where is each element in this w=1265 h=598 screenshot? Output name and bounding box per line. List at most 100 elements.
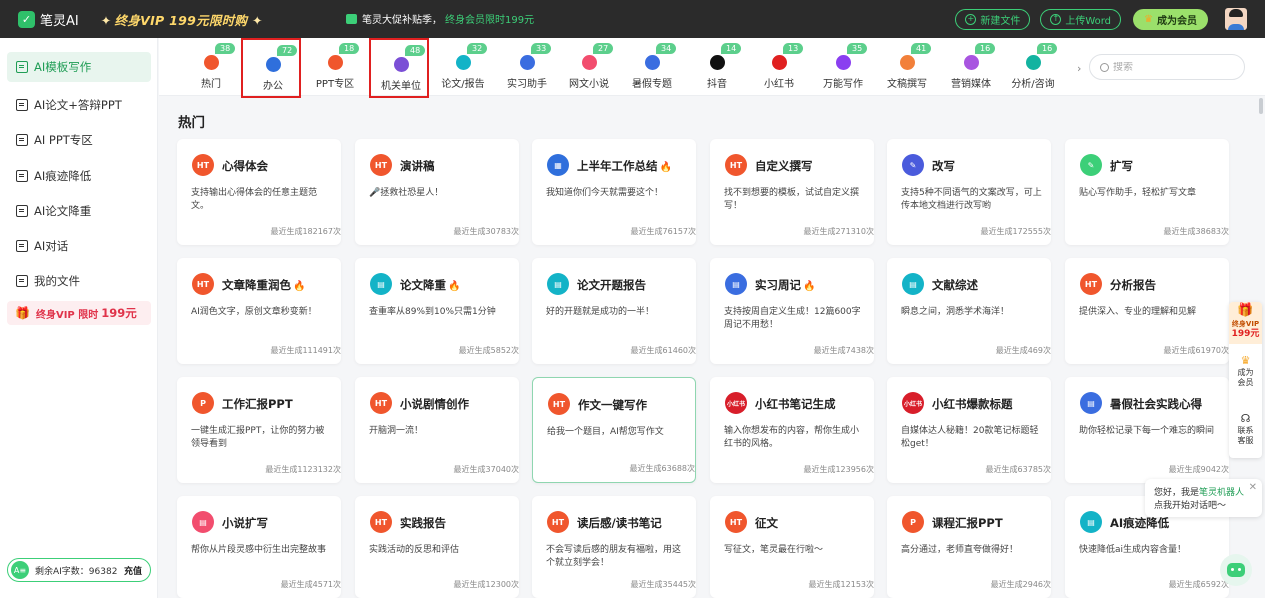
template-card[interactable]: HT 作文一键写作 给我一个题目，AI帮您写作文 最近生成63688次 bbox=[532, 377, 696, 483]
category-tab-1[interactable]: 72 办公 bbox=[241, 38, 301, 98]
app-logo[interactable]: ✓ 笔灵AI bbox=[18, 10, 79, 29]
template-card[interactable]: HT 心得体会 支持输出心得体会的任意主题范文。 最近生成182167次 bbox=[177, 139, 341, 245]
float-member-button[interactable]: ♛ 成为会员 bbox=[1229, 354, 1262, 388]
category-tab-13[interactable]: 16 分析/咨询 bbox=[1003, 38, 1063, 96]
float-service-button[interactable]: ☊ 联系客服 bbox=[1229, 412, 1262, 446]
category-tab-6[interactable]: 27 网文小说 bbox=[559, 38, 619, 96]
template-card[interactable]: HT 小说剧情创作 开脑洞一流！ 最近生成37040次 bbox=[355, 377, 519, 483]
template-icon: ▦ bbox=[547, 154, 569, 176]
category-label: 文稿撰写 bbox=[887, 79, 927, 90]
template-card[interactable]: HT 读后感/读书笔记 不会写读后感的朋友有福啦，用这个就立刻学会！ 最近生成3544… bbox=[532, 496, 696, 598]
template-icon: HT bbox=[547, 511, 569, 533]
template-icon: P bbox=[192, 392, 214, 414]
category-badge: 32 bbox=[467, 43, 488, 54]
sidebar-item-ppt-zone[interactable]: AI PPT专区 bbox=[7, 125, 151, 155]
new-file-button[interactable]: + 新建文件 bbox=[955, 8, 1031, 30]
category-icon bbox=[836, 55, 851, 70]
template-title: 论文开题报告 bbox=[577, 278, 646, 292]
template-card[interactable]: HT 分析报告 提供深入、专业的理解和见解 最近生成61970次 bbox=[1065, 258, 1229, 364]
template-card[interactable]: ▤ 论文降重 🔥 查重率从89%到10%只需1分钟 最近生成5852次 bbox=[355, 258, 519, 364]
template-card[interactable]: ✎ 扩写 贴心写作助手，轻松扩写文章 最近生成38683次 bbox=[1065, 139, 1229, 245]
scrollbar-thumb[interactable] bbox=[1259, 98, 1263, 114]
template-card[interactable]: ▤ 文献综述 瞬息之间，洞悉学术海洋！ 最近生成469次 bbox=[887, 258, 1051, 364]
flame-icon: 🔥 bbox=[659, 162, 672, 173]
category-tab-7[interactable]: 34 暑假专题 bbox=[622, 38, 682, 96]
template-card[interactable]: ✎ 改写 支持5种不同语气的文案改写，可上传本地文档进行改写哟 最近生成172555次 bbox=[887, 139, 1051, 245]
cloud-upload-icon: ↑ bbox=[1050, 13, 1062, 25]
template-card[interactable]: ▤ 小说扩写 帮你从片段灵感中衍生出完整故事 最近生成4571次 bbox=[177, 496, 341, 598]
robot-icon bbox=[1227, 563, 1245, 577]
sidebar-item-my-files[interactable]: 我的文件 bbox=[7, 266, 151, 296]
template-desc: 写征文，笔灵最在行啦～ bbox=[724, 545, 824, 555]
close-icon[interactable]: ✕ bbox=[1249, 481, 1257, 494]
search-box[interactable] bbox=[1089, 54, 1245, 80]
category-tab-2[interactable]: 18 PPT专区 bbox=[305, 38, 365, 96]
category-badge: 72 bbox=[277, 45, 298, 56]
category-tab-12[interactable]: 16 营销媒体 bbox=[941, 38, 1001, 96]
become-member-button[interactable]: ♛ 成为会员 bbox=[1133, 8, 1208, 30]
chevron-right-icon[interactable]: › bbox=[1077, 62, 1081, 75]
category-icon bbox=[710, 55, 725, 70]
gift-icon: 🎁 bbox=[15, 306, 30, 320]
template-card[interactable]: HT 自定义撰写 找不到想要的模板，试试自定义撰写！ 最近生成271310次 bbox=[710, 139, 874, 245]
template-card[interactable]: ▦ 上半年工作总结 🔥 我知道你们今天就需要这个！ 最近生成76157次 bbox=[532, 139, 696, 245]
category-tab-0[interactable]: 38 热门 bbox=[181, 38, 241, 96]
vip-banner[interactable]: ✦ 终身VIP 199元限时购 ✦ bbox=[101, 10, 266, 29]
category-tab-8[interactable]: 14 抖音 bbox=[687, 38, 747, 96]
usage-count: 最近生成63785次 bbox=[985, 465, 1051, 474]
category-tab-10[interactable]: 35 万能写作 bbox=[813, 38, 873, 96]
template-card[interactable]: HT 演讲稿 🎤拯救社恐星人！ 最近生成30783次 bbox=[355, 139, 519, 245]
usage-count: 最近生成5852次 bbox=[458, 346, 519, 355]
avatar[interactable] bbox=[1225, 8, 1247, 30]
usage-count: 最近生成6592次 bbox=[1168, 580, 1229, 589]
template-card[interactable]: 小红书 小红书笔记生成 输入你想发布的内容，帮你生成小红书的风格。 最近生成12395… bbox=[710, 377, 874, 483]
sidebar-item-ai-chat[interactable]: AI对话 bbox=[7, 231, 151, 261]
category-label: 实习助手 bbox=[507, 79, 547, 90]
usage-count: 最近生成30783次 bbox=[453, 227, 519, 236]
template-icon: 小红书 bbox=[902, 392, 924, 414]
sidebar-item-paper-ppt[interactable]: AI论文+答辩PPT bbox=[7, 90, 151, 120]
category-bar: 38 热门 72 办公 18 PPT专区 48 机关单位 32 论文/报告 33 实习助手 27 网文小说… bbox=[159, 38, 1265, 98]
float-vip-promo[interactable]: 🎁 终身VIP 199元 bbox=[1229, 302, 1262, 344]
usage-count: 最近生成37040次 bbox=[453, 465, 519, 474]
template-title: 上半年工作总结 🔥 bbox=[577, 159, 672, 173]
sidebar-item-paper-dedup[interactable]: AI论文降重 bbox=[7, 196, 151, 226]
usage-count: 最近生成172555次 bbox=[980, 227, 1051, 236]
category-tab-4[interactable]: 32 论文/报告 bbox=[433, 38, 493, 96]
upload-word-label: 上传Word bbox=[1065, 15, 1112, 27]
upload-word-button[interactable]: ↑ 上传Word bbox=[1040, 8, 1122, 30]
category-tab-3[interactable]: 48 机关单位 bbox=[369, 38, 429, 98]
template-card[interactable]: HT 实践报告 实践活动的反思和评估 最近生成12300次 bbox=[355, 496, 519, 598]
template-title: 分析报告 bbox=[1110, 278, 1156, 292]
template-desc: 贴心写作助手，轻松扩写文章 bbox=[1079, 188, 1197, 198]
template-card[interactable]: ▤ 实习周记 🔥 支持按周自定义生成！12篇600字周记不用愁！ 最近生成7438次 bbox=[710, 258, 874, 364]
paper-icon bbox=[16, 99, 28, 111]
usage-count: 最近生成61970次 bbox=[1163, 346, 1229, 355]
template-card[interactable]: HT 征文 写征文，笔灵最在行啦～ 最近生成12153次 bbox=[710, 496, 874, 598]
sidebar-item-label: AI论文+答辩PPT bbox=[34, 98, 122, 112]
robot-chat-button[interactable] bbox=[1220, 554, 1252, 586]
template-title: 扩写 bbox=[1110, 159, 1133, 173]
sidebar-vip-promo[interactable]: 🎁 终身VIP 限时 199元 bbox=[7, 301, 151, 325]
template-card[interactable]: ▤ 暑假社会实践心得 助你轻松记录下每一个难忘的瞬间 最近生成9042次 bbox=[1065, 377, 1229, 483]
usage-count: 最近生成469次 bbox=[995, 346, 1051, 355]
sidebar-item-template-writing[interactable]: AI模板写作 bbox=[7, 52, 151, 82]
sidebar-item-trace-reduce[interactable]: AI痕迹降低 bbox=[7, 161, 151, 191]
search-input[interactable] bbox=[1113, 61, 1223, 73]
template-card[interactable]: 小红书 小红书爆款标题 自媒体达人秘籍！20款笔记标题轻松get！ 最近生成63785… bbox=[887, 377, 1051, 483]
become-member-label: 成为会员 bbox=[1157, 15, 1197, 27]
chat-bubble[interactable]: ✕ 您好，我是笔灵机器人 点我开始对话吧～ bbox=[1145, 479, 1262, 517]
new-file-label: 新建文件 bbox=[980, 15, 1021, 27]
template-card[interactable]: HT 文章降重润色 🔥 AI润色文字，原创文章秒变新！ 最近生成111491次 bbox=[177, 258, 341, 364]
template-card[interactable]: P 课程汇报PPT 高分通过，老师直夸做得好！ 最近生成2946次 bbox=[887, 496, 1051, 598]
template-desc: 给我一个题目，AI帮您写作文 bbox=[547, 427, 664, 437]
category-tab-5[interactable]: 33 实习助手 bbox=[497, 38, 557, 96]
category-icon bbox=[394, 57, 409, 72]
category-tab-9[interactable]: 13 小红书 bbox=[749, 38, 809, 96]
template-card[interactable]: ▤ 论文开题报告 好的开题就是成功的一半！ 最近生成61460次 bbox=[532, 258, 696, 364]
recharge-button[interactable]: 充值 bbox=[124, 564, 142, 577]
promo-banner[interactable]: 笔灵大促补贴季， 终身会员限时199元 bbox=[346, 11, 534, 26]
category-tab-11[interactable]: 41 文稿撰写 bbox=[877, 38, 937, 96]
template-card[interactable]: P 工作汇报PPT 一键生成汇报PPT，让你的努力被领导看到 最近生成1123132次 bbox=[177, 377, 341, 483]
category-badge: 41 bbox=[911, 43, 932, 54]
